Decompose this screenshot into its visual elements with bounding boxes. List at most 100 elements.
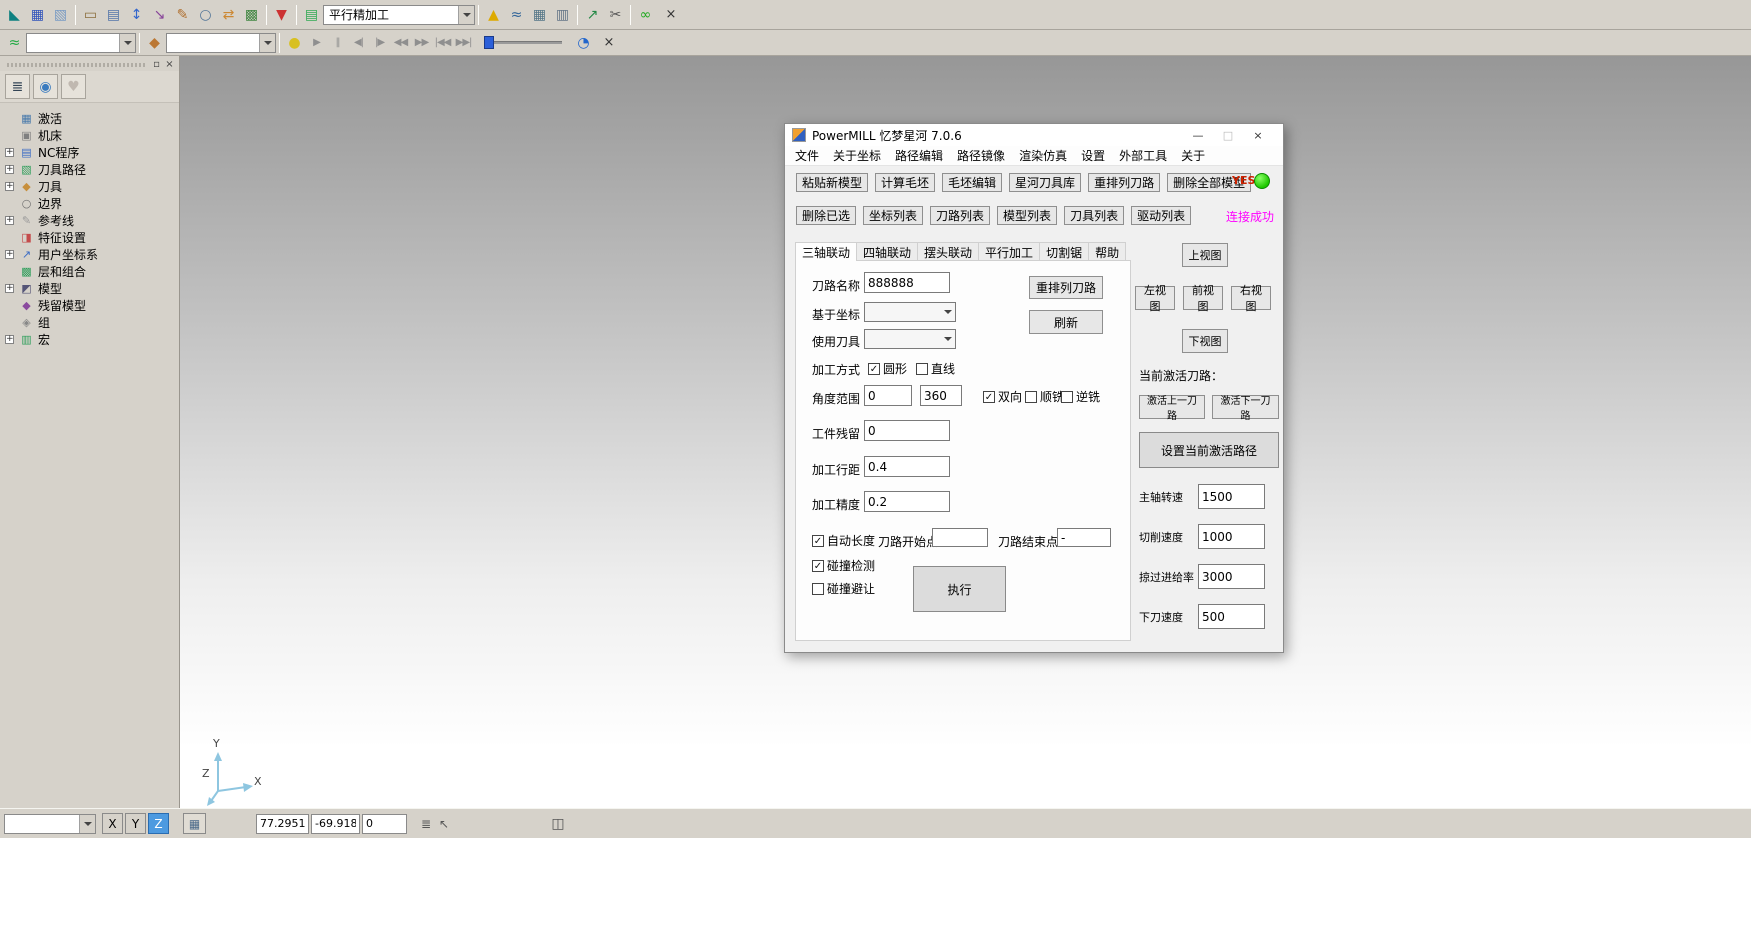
tree-item[interactable]: + ▧ 刀具路径 <box>0 161 179 178</box>
coordinate-z-field[interactable] <box>362 814 407 834</box>
axis-x-button[interactable]: X <box>102 813 123 834</box>
start-point-input[interactable] <box>932 528 988 547</box>
rearrange-toolpaths-button[interactable]: 重排列刀路 <box>1029 276 1103 299</box>
tree-item[interactable]: + ↗ 用户坐标系 <box>0 246 179 263</box>
boundary-icon[interactable]: ○ <box>194 3 217 27</box>
tree-item[interactable]: + ▩ 层和组合 <box>0 263 179 280</box>
expander-icon[interactable]: + <box>5 335 14 344</box>
simulation-entity-combo-arrow[interactable] <box>119 34 135 52</box>
tab-four-axis[interactable]: 四轴联动 <box>856 242 918 261</box>
menu-item[interactable]: 关于坐标 <box>826 147 888 164</box>
tree-item[interactable]: + ▤ NC程序 <box>0 144 179 161</box>
tab-help[interactable]: 帮助 <box>1088 242 1126 261</box>
picking-tool-icon[interactable]: ↖ <box>435 815 453 833</box>
tree-item[interactable]: + ◨ 特征设置 <box>0 229 179 246</box>
feed-rate-icon[interactable]: ▤ <box>102 3 125 27</box>
tree-item[interactable]: + ○ 边界 <box>0 195 179 212</box>
pause-icon[interactable]: ‖ <box>327 33 348 53</box>
speed-input[interactable] <box>1198 604 1265 629</box>
keypad-icon[interactable]: ▥ <box>551 3 574 27</box>
dialog-action-button[interactable]: 坐标列表 <box>863 206 923 225</box>
tab-parallel[interactable]: 平行加工 <box>978 242 1040 261</box>
axis-y-button[interactable]: Y <box>125 813 146 834</box>
refresh-button[interactable]: 刷新 <box>1029 310 1103 334</box>
dialog-action-button[interactable]: 星河刀具库 <box>1009 173 1081 192</box>
project-icon[interactable]: ◣ <box>3 3 26 27</box>
simulation-tool-combo[interactable] <box>166 33 276 53</box>
panel-grip[interactable] <box>7 63 146 67</box>
dialog-titlebar[interactable]: PowerMILL 忆梦星河 7.0.6 — □ × <box>785 124 1283 146</box>
expander-icon[interactable]: + <box>5 182 14 191</box>
toolbar-close-icon[interactable]: × <box>663 7 679 23</box>
expander-icon[interactable]: + <box>5 250 14 259</box>
coordinate-y-field[interactable] <box>311 814 360 834</box>
menu-item[interactable]: 文件 <box>788 147 826 164</box>
world-icon[interactable]: ◉ <box>33 74 58 99</box>
checkbox-box[interactable] <box>916 363 928 375</box>
checkbox-line[interactable]: 直线 <box>916 360 955 377</box>
use-tool-combo[interactable] <box>864 329 956 349</box>
options-list-icon[interactable]: ≣ <box>417 815 435 833</box>
checkbox-bidirectional[interactable]: ✓ 双向 <box>983 388 1022 405</box>
dialog-action-button[interactable]: 删除已选 <box>796 206 856 225</box>
checkbox-collision-avoid[interactable]: 碰撞避让 <box>812 580 875 597</box>
close-button[interactable]: × <box>1243 124 1273 146</box>
coordinate-x-field[interactable] <box>256 814 309 834</box>
clipping-icon[interactable]: ✂ <box>604 3 627 27</box>
view-right-button[interactable]: 右视图 <box>1231 286 1271 310</box>
stock-allowance-input[interactable] <box>864 420 950 441</box>
simulation-tool-combo-arrow[interactable] <box>259 34 275 52</box>
tolerance-input[interactable] <box>864 491 950 512</box>
explorer-tree-icon[interactable]: ≣ <box>5 74 30 99</box>
view-left-button[interactable]: 左视图 <box>1135 286 1175 310</box>
speed-input[interactable] <box>1198 484 1265 509</box>
statusbar-combo[interactable] <box>4 814 96 834</box>
strategy-list-icon[interactable]: ▤ <box>300 3 323 27</box>
tree-item[interactable]: + ◩ 模型 <box>0 280 179 297</box>
tree-item[interactable]: + ◆ 残留模型 <box>0 297 179 314</box>
set-active-path-button[interactable]: 设置当前激活路径 <box>1139 432 1279 468</box>
toolpath-edit-icon[interactable]: ✎ <box>171 3 194 27</box>
menu-item[interactable]: 设置 <box>1074 147 1112 164</box>
checkbox-box[interactable] <box>812 583 824 595</box>
menu-item[interactable]: 路径镜像 <box>950 147 1012 164</box>
dialog-action-button[interactable]: 模型列表 <box>997 206 1057 225</box>
tab-swivel-head[interactable]: 摆头联动 <box>917 242 979 261</box>
tab-three-axis[interactable]: 三轴联动 <box>795 242 857 261</box>
panel-restore-icon[interactable]: ▫ <box>150 59 163 71</box>
calculator-icon[interactable]: ▦ <box>528 3 551 27</box>
end-point-input[interactable] <box>1057 528 1111 547</box>
tree-item[interactable]: + ✎ 参考线 <box>0 212 179 229</box>
menu-item[interactable]: 外部工具 <box>1112 147 1174 164</box>
toolpath-name-input[interactable] <box>864 272 950 293</box>
expander-icon[interactable]: + <box>5 165 14 174</box>
levels-icon[interactable]: ▩ <box>240 3 263 27</box>
go-to-start-icon[interactable]: |◀◀ <box>432 33 453 53</box>
favorites-icon[interactable]: ♥ <box>61 74 86 99</box>
checkbox-box[interactable] <box>1025 391 1037 403</box>
checkbox-collision-check[interactable]: ✓ 碰撞检测 <box>812 557 875 574</box>
dialog-action-button[interactable]: 计算毛坯 <box>875 173 935 192</box>
dialog-action-button[interactable]: 刀路列表 <box>930 206 990 225</box>
expander-icon[interactable]: + <box>5 216 14 225</box>
checkbox-auto-length[interactable]: ✓ 自动长度 <box>812 532 875 549</box>
axis-z-button[interactable]: Z <box>148 813 169 834</box>
step-back-icon[interactable]: ◀| <box>348 33 369 53</box>
stepover-input[interactable] <box>864 456 950 477</box>
tool-change-icon[interactable]: ▲ <box>482 3 505 27</box>
save-icon[interactable]: ▦ <box>26 3 49 27</box>
play-icon[interactable]: ▶ <box>306 33 327 53</box>
minimize-button[interactable]: — <box>1183 124 1213 146</box>
menu-item[interactable]: 渲染仿真 <box>1012 147 1074 164</box>
rewind-icon[interactable]: ◀◀ <box>390 33 411 53</box>
angle-from-input[interactable] <box>864 385 912 406</box>
activate-next-toolpath-button[interactable]: 激活下一刀路 <box>1212 395 1279 419</box>
grid-icon[interactable]: ▦ <box>183 813 206 834</box>
tree-item[interactable]: + ◈ 组 <box>0 314 179 331</box>
maximize-button[interactable]: □ <box>1213 124 1243 146</box>
toolpath-check-icon[interactable]: ≈ <box>505 3 528 27</box>
tree-item[interactable]: + ▣ 机床 <box>0 127 179 144</box>
panel-close-icon[interactable]: × <box>163 59 176 71</box>
start-end-point-icon[interactable]: ↘ <box>148 3 171 27</box>
dialog-action-button[interactable]: 粘贴新模型 <box>796 173 868 192</box>
